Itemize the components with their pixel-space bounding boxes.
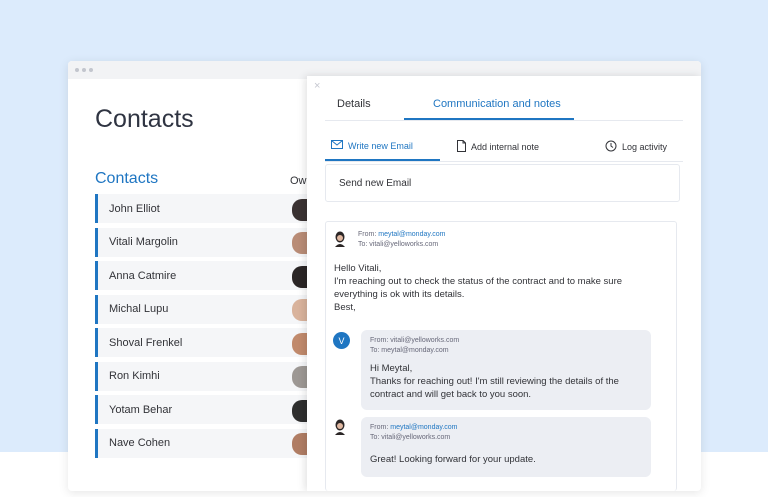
- message-meta: From: meytal@monday.com To: vitali@yello…: [370, 423, 642, 443]
- to-label: To:: [370, 434, 380, 441]
- sender-avatar: [333, 419, 347, 435]
- stage: Contacts Contacts Own John Elliot Vitali…: [0, 0, 768, 497]
- contact-name: Ron Kimhi: [109, 370, 160, 382]
- window-dot[interactable]: [75, 68, 79, 72]
- contact-row[interactable]: Anna Catmire: [95, 261, 307, 290]
- message-line: everything is ok with its details.: [334, 289, 465, 300]
- contact-name: Nave Cohen: [109, 437, 171, 449]
- message-body: Hi Meytal, Thanks for reaching out! I'm …: [370, 362, 642, 401]
- contact-name: Vitali Margolin: [109, 236, 178, 248]
- send-new-email-field[interactable]: Send new Email: [325, 164, 680, 202]
- message-line: Great! Looking forward for your update.: [370, 454, 536, 465]
- message-line: Thanks for reaching out! I'm still revie…: [370, 376, 619, 387]
- tab-communication-and-notes[interactable]: Communication and notes: [433, 98, 561, 110]
- panel-tabs: Details Communication and notes: [307, 76, 701, 120]
- contact-row[interactable]: Nave Cohen: [95, 428, 307, 458]
- app-window: Contacts Contacts Own John Elliot Vitali…: [68, 61, 701, 491]
- contacts-list: John Elliot Vitali Margolin Anna Catmire…: [95, 194, 307, 462]
- message-meta: From: vitali@yelloworks.com To: meytal@m…: [370, 336, 642, 356]
- tab-divider: [325, 120, 683, 121]
- subtab-label: Log activity: [622, 142, 668, 152]
- contact-row[interactable]: John Elliot: [95, 194, 307, 223]
- contact-row[interactable]: Michal Lupu: [95, 294, 307, 324]
- contact-name: Michal Lupu: [109, 303, 169, 315]
- message-body: Hello Vitali, I'm reaching out to check …: [334, 262, 674, 314]
- sender-avatar: [333, 231, 347, 247]
- to-label: To:: [370, 347, 380, 354]
- message-meta: From: meytal@monday.com To: vitali@yello…: [358, 230, 446, 250]
- reply-bubble: From: vitali@yelloworks.com To: meytal@m…: [361, 330, 651, 410]
- subtab-label: Write new Email: [348, 140, 413, 151]
- message-line: contract and will get back to you soon.: [370, 389, 532, 400]
- from-label: From:: [370, 424, 389, 431]
- from-address: vitali@yelloworks.com: [390, 337, 460, 344]
- clock-icon: [605, 140, 617, 154]
- add-internal-note-tab[interactable]: Add internal note: [457, 140, 539, 154]
- to-label: To:: [358, 241, 368, 248]
- contact-name: Anna Catmire: [109, 269, 177, 282]
- from-label: From:: [358, 231, 377, 238]
- to-address: vitali@yelloworks.com: [381, 434, 451, 441]
- contact-row[interactable]: Yotam Behar: [95, 395, 307, 424]
- log-activity-tab[interactable]: Log activity: [605, 140, 667, 154]
- mail-icon: [331, 140, 343, 151]
- contacts-board: Contacts Contacts Own John Elliot Vitali…: [68, 79, 313, 491]
- tab-details[interactable]: Details: [337, 98, 371, 110]
- note-icon: [457, 140, 466, 154]
- compose-subtabs: Write new Email Add internal note Log ac…: [325, 135, 683, 165]
- sender-avatar: V: [333, 332, 350, 349]
- message-line: I'm reaching out to check the status of …: [334, 276, 623, 287]
- from-label: From:: [370, 337, 389, 344]
- group-title[interactable]: Contacts: [95, 170, 158, 188]
- email-thread: From: meytal@monday.com To: vitali@yello…: [325, 221, 677, 491]
- subtab-divider: [325, 161, 683, 162]
- message-line: Best,: [334, 302, 356, 313]
- window-dot[interactable]: [89, 68, 93, 72]
- reply-bubble: From: meytal@monday.com To: vitali@yello…: [361, 417, 651, 477]
- to-address: vitali@yelloworks.com: [369, 241, 439, 248]
- contact-name: Shoval Frenkel: [109, 336, 183, 349]
- message-line: Hi Meytal,: [370, 363, 413, 374]
- item-side-panel: × Details Communication and notes Write …: [307, 76, 701, 491]
- to-address: meytal@monday.com: [381, 347, 449, 354]
- message-line: Hello Vitali,: [334, 263, 382, 274]
- message-body: Great! Looking forward for your update.: [370, 453, 642, 466]
- from-address[interactable]: meytal@monday.com: [390, 424, 457, 431]
- from-address[interactable]: meytal@monday.com: [378, 231, 445, 238]
- page-title: Contacts: [95, 105, 194, 133]
- contact-name: Yotam Behar: [109, 403, 173, 416]
- subtab-label: Add internal note: [471, 142, 540, 152]
- contact-row[interactable]: Shoval Frenkel: [95, 328, 307, 357]
- window-dot[interactable]: [82, 68, 86, 72]
- contact-row[interactable]: Ron Kimhi: [95, 361, 307, 391]
- contact-name: John Elliot: [109, 202, 160, 215]
- contact-row[interactable]: Vitali Margolin: [95, 227, 307, 257]
- write-new-email-tab[interactable]: Write new Email: [331, 140, 413, 151]
